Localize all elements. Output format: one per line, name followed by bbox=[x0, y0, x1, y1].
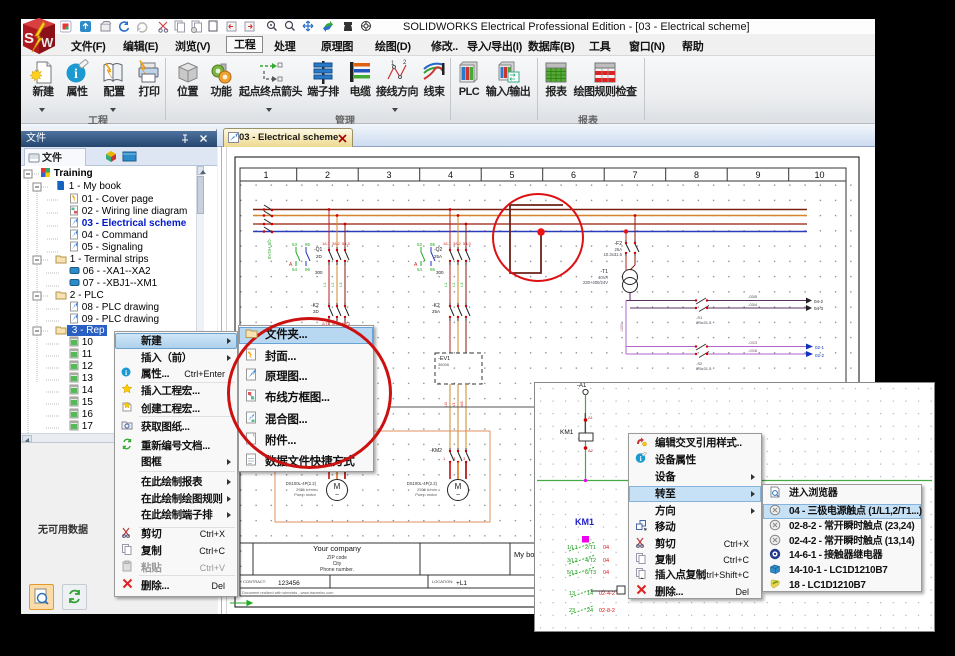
svg-text:1/L1: 1/L1 bbox=[322, 241, 331, 246]
svg-text:2D: 2D bbox=[313, 309, 320, 314]
svg-text:-03/3: -03/3 bbox=[748, 340, 758, 345]
svg-text:10: 10 bbox=[814, 170, 824, 180]
svg-text:i: i bbox=[640, 454, 642, 463]
svg-text:5: 5 bbox=[509, 170, 514, 180]
svg-text:54: 54 bbox=[417, 267, 423, 272]
svg-text:02-4-2: 02-4-2 bbox=[599, 591, 615, 597]
svg-text:A2: A2 bbox=[588, 448, 594, 453]
svg-text:04: 04 bbox=[603, 570, 609, 576]
svg-text:~: ~ bbox=[456, 492, 460, 499]
svg-text:V1: V1 bbox=[451, 401, 456, 407]
svg-text:Document realized with winrela: Document realized with winrelais - www.t… bbox=[242, 591, 333, 595]
svg-text:24: 24 bbox=[587, 608, 593, 614]
svg-text:Phone number.: Phone number. bbox=[320, 567, 354, 573]
svg-text:Pump motor: Pump motor bbox=[415, 492, 437, 497]
svg-text:96: 96 bbox=[430, 267, 436, 272]
svg-text:2D: 2D bbox=[316, 254, 323, 259]
svg-text:DS100L-4P(2.2): DS100L-4P(2.2) bbox=[407, 481, 438, 486]
svg-text:36006: 36006 bbox=[438, 362, 450, 367]
svg-text:-03/8: -03/8 bbox=[748, 348, 758, 353]
svg-text:L2: L2 bbox=[330, 282, 335, 287]
svg-text:2: 2 bbox=[403, 60, 407, 66]
svg-text:2: 2 bbox=[325, 170, 330, 180]
svg-text:96: 96 bbox=[305, 267, 311, 272]
svg-text:10.3x31.5: 10.3x31.5 bbox=[604, 252, 623, 257]
svg-text:5/L3: 5/L3 bbox=[342, 241, 351, 246]
svg-text:-KM2: -KM2 bbox=[430, 448, 442, 454]
svg-text:LOCATION:: LOCATION: bbox=[432, 579, 453, 584]
svg-text:W: W bbox=[41, 35, 54, 50]
svg-text:Pump motor: Pump motor bbox=[294, 492, 316, 497]
svg-text:300: 300 bbox=[436, 270, 444, 275]
svg-text:04: 04 bbox=[603, 545, 609, 551]
svg-text:54: 54 bbox=[292, 267, 298, 272]
svg-text:CONTRACT:: CONTRACT: bbox=[243, 579, 266, 584]
svg-text:5/L3: 5/L3 bbox=[463, 241, 472, 246]
svg-text:L3: L3 bbox=[338, 282, 343, 287]
svg-text:KM1: KM1 bbox=[575, 517, 594, 527]
svg-text:8.5x31.5: 8.5x31.5 bbox=[696, 366, 712, 371]
svg-text:9: 9 bbox=[755, 170, 760, 180]
svg-text:DS100L-4P(2.2): DS100L-4P(2.2) bbox=[286, 481, 317, 486]
svg-text:02-1: 02-1 bbox=[815, 345, 825, 350]
svg-text:02-8-2: 02-8-2 bbox=[599, 608, 615, 614]
svg-text:123456: 123456 bbox=[278, 580, 300, 587]
svg-text:Your company: Your company bbox=[313, 544, 361, 553]
svg-text:8: 8 bbox=[694, 170, 699, 180]
svg-text:A1: A1 bbox=[588, 415, 594, 420]
svg-text:1: 1 bbox=[263, 170, 268, 180]
svg-text:25A: 25A bbox=[434, 254, 442, 259]
svg-text:6/T3: 6/T3 bbox=[585, 570, 596, 576]
svg-text:3/L2: 3/L2 bbox=[567, 558, 578, 564]
svg-text:1/L1: 1/L1 bbox=[567, 545, 578, 551]
svg-text:53: 53 bbox=[417, 242, 423, 247]
svg-text:KM1: KM1 bbox=[560, 429, 574, 436]
svg-text:-03/5: -03/5 bbox=[748, 294, 758, 299]
svg-text:95: 95 bbox=[305, 242, 311, 247]
svg-text:2/T1: 2/T1 bbox=[585, 545, 596, 551]
svg-text:-Q1: -Q1 bbox=[314, 247, 323, 253]
svg-text:L3: L3 bbox=[459, 282, 464, 287]
svg-text:7: 7 bbox=[632, 170, 637, 180]
svg-text:-Q8 HGA8: -Q8 HGA8 bbox=[267, 238, 272, 260]
svg-text:-A1: -A1 bbox=[577, 383, 587, 389]
svg-text:L2: L2 bbox=[451, 282, 456, 287]
svg-text:-03/4: -03/4 bbox=[748, 302, 758, 307]
svg-text:M: M bbox=[455, 482, 462, 491]
svg-text:L1: L1 bbox=[322, 282, 327, 287]
svg-text:-Q2: -Q2 bbox=[434, 247, 443, 253]
svg-text:i: i bbox=[74, 67, 78, 82]
svg-text:53: 53 bbox=[292, 242, 298, 247]
svg-text:3: 3 bbox=[386, 170, 391, 180]
svg-text:~: ~ bbox=[335, 492, 339, 499]
svg-text:3/L2: 3/L2 bbox=[453, 241, 462, 246]
svg-text:4: 4 bbox=[448, 170, 453, 180]
svg-text:6: 6 bbox=[571, 170, 576, 180]
svg-text:25A: 25A bbox=[432, 309, 440, 314]
svg-text:4/T2: 4/T2 bbox=[585, 558, 596, 564]
svg-text:L1: L1 bbox=[443, 282, 448, 287]
svg-text:04-2: 04-2 bbox=[814, 299, 824, 304]
svg-text:02-2: 02-2 bbox=[815, 353, 825, 358]
svg-text:8.5x31.5: 8.5x31.5 bbox=[696, 320, 712, 325]
svg-text:230+400/24V: 230+400/24V bbox=[583, 280, 608, 285]
svg-text:3/L2: 3/L2 bbox=[332, 241, 341, 246]
svg-text:14: 14 bbox=[587, 591, 593, 597]
svg-text:-03/1: -03/1 bbox=[619, 322, 624, 332]
svg-text:M: M bbox=[334, 482, 341, 491]
svg-text:U1: U1 bbox=[443, 401, 448, 407]
svg-text:04-3: 04-3 bbox=[814, 306, 824, 311]
svg-text:S: S bbox=[24, 30, 34, 47]
svg-text:1/L1: 1/L1 bbox=[443, 241, 452, 246]
svg-text:5/L3: 5/L3 bbox=[567, 570, 578, 576]
svg-text:04: 04 bbox=[603, 558, 609, 564]
svg-text:+L1: +L1 bbox=[456, 580, 467, 587]
svg-text:300: 300 bbox=[315, 270, 323, 275]
svg-text:W1: W1 bbox=[459, 400, 464, 407]
